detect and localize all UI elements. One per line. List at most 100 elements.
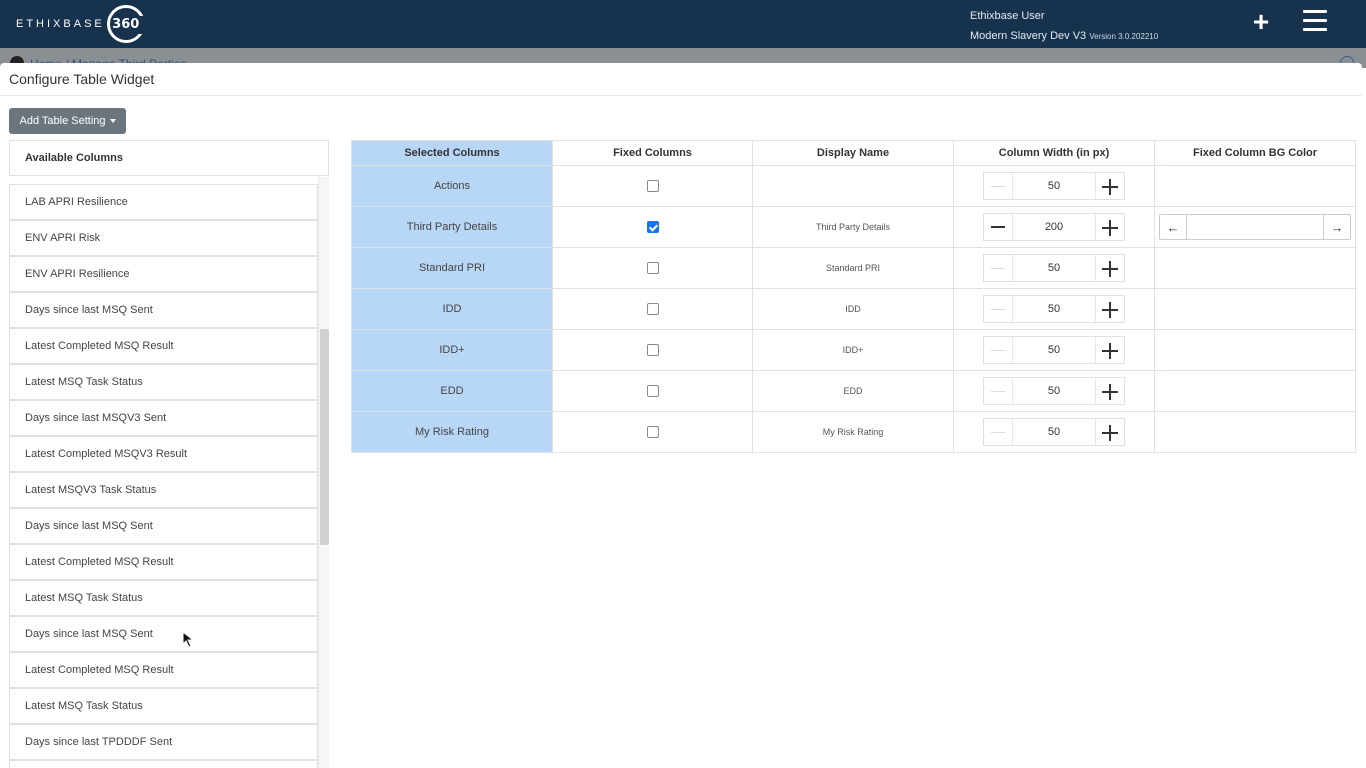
column-width-value[interactable]: 50 bbox=[1012, 419, 1096, 445]
available-columns-scrollbar[interactable] bbox=[318, 177, 329, 768]
available-column-item[interactable]: Days since last TPDDDF Sent bbox=[9, 724, 318, 760]
available-columns-list: LAB APRI Resilience ENV APRI Risk ENV APRI… bbox=[9, 184, 318, 768]
column-width-value[interactable]: 200 bbox=[1012, 214, 1096, 240]
column-width-cell: 50 bbox=[953, 165, 1155, 207]
minus-icon[interactable] bbox=[984, 378, 1012, 404]
fixed-column-checkbox[interactable] bbox=[646, 303, 659, 316]
available-column-item[interactable]: Days since last MSQ Sent bbox=[9, 508, 318, 544]
user-info[interactable]: Ethixbase User Modern Slavery Dev V3 Ver… bbox=[970, 6, 1158, 47]
configure-table-widget-modal: Configure Table Widget Add Table Setting… bbox=[0, 63, 1362, 768]
minus-icon[interactable] bbox=[984, 296, 1012, 322]
column-width-stepper[interactable]: 50 bbox=[983, 418, 1125, 446]
bg-color-cell bbox=[1154, 165, 1356, 207]
display-name-cell[interactable] bbox=[752, 165, 954, 207]
header-selected-columns: Selected Columns bbox=[351, 140, 553, 166]
fixed-column-cell bbox=[552, 329, 753, 371]
column-width-value[interactable]: 50 bbox=[1012, 378, 1096, 404]
display-name-cell[interactable]: EDD bbox=[752, 370, 954, 412]
display-name-cell[interactable]: IDD+ bbox=[752, 329, 954, 371]
available-column-item[interactable]: ENV APRI Resilience bbox=[9, 256, 318, 292]
minus-icon[interactable] bbox=[984, 255, 1012, 281]
display-name-cell[interactable]: My Risk Rating bbox=[752, 411, 954, 453]
plus-icon[interactable] bbox=[1096, 214, 1124, 240]
bg-color-cell bbox=[1154, 288, 1356, 330]
plus-icon[interactable] bbox=[1096, 419, 1124, 445]
hamburger-menu-icon[interactable] bbox=[1303, 10, 1327, 32]
column-width-stepper[interactable]: 50 bbox=[983, 295, 1125, 323]
display-name-cell[interactable]: Standard PRI bbox=[752, 247, 954, 289]
table-header-row: Selected Columns Fixed Columns Display N… bbox=[351, 140, 1356, 166]
ethixbase-logo[interactable]: ETHIXBASE 360 bbox=[16, 4, 145, 44]
available-column-item[interactable]: ENV APRI Risk bbox=[9, 220, 318, 256]
column-width-stepper[interactable]: 50 bbox=[983, 336, 1125, 364]
available-column-item[interactable]: Latest Completed MSQ Result bbox=[9, 544, 318, 580]
add-table-setting-button[interactable]: Add Table Setting bbox=[9, 108, 126, 134]
column-width-value[interactable]: 50 bbox=[1012, 173, 1096, 199]
display-name-cell[interactable]: Third Party Details bbox=[752, 206, 954, 248]
bg-color-cell bbox=[1154, 247, 1356, 289]
plus-icon[interactable] bbox=[1096, 173, 1124, 199]
available-column-item[interactable]: Latest Completed MSQV3 Result bbox=[9, 436, 318, 472]
project-line: Modern Slavery Dev V3 Version 3.0.202210 bbox=[970, 26, 1158, 47]
minus-icon[interactable] bbox=[984, 419, 1012, 445]
available-column-item[interactable]: Latest MSQ Task Status bbox=[9, 580, 318, 616]
column-width-value[interactable]: 50 bbox=[1012, 296, 1096, 322]
fixed-column-checkbox[interactable] bbox=[646, 262, 659, 275]
arrow-right-icon[interactable]: → bbox=[1323, 215, 1350, 239]
plus-icon[interactable] bbox=[1096, 378, 1124, 404]
plus-icon[interactable] bbox=[1096, 296, 1124, 322]
column-width-stepper[interactable]: 50 bbox=[983, 254, 1125, 282]
selected-column-name[interactable]: EDD bbox=[351, 370, 553, 412]
scrollbar-thumb[interactable] bbox=[320, 329, 329, 545]
table-row[interactable]: EDD EDD 50 bbox=[351, 370, 1356, 412]
header-column-width: Column Width (in px) bbox=[953, 140, 1155, 166]
available-column-item[interactable]: Latest MSQV3 Task Status bbox=[9, 472, 318, 508]
plus-icon[interactable] bbox=[1096, 255, 1124, 281]
available-column-item[interactable]: Latest Completed MSQ Result bbox=[9, 328, 318, 364]
table-row[interactable]: My Risk Rating My Risk Rating 50 bbox=[351, 411, 1356, 453]
available-column-item[interactable]: Latest Completed MSQ Result bbox=[9, 652, 318, 688]
column-width-cell: 50 bbox=[953, 411, 1155, 453]
column-width-stepper[interactable]: 50 bbox=[983, 172, 1125, 200]
available-column-item[interactable]: Latest Completed TPDDDF Result bbox=[9, 760, 318, 768]
selected-column-name[interactable]: My Risk Rating bbox=[351, 411, 553, 453]
available-column-item[interactable]: Days since last MSQ Sent bbox=[9, 616, 318, 652]
fixed-column-checkbox[interactable] bbox=[646, 180, 659, 193]
display-name-cell[interactable]: IDD bbox=[752, 288, 954, 330]
available-column-item[interactable]: Latest MSQ Task Status bbox=[9, 688, 318, 724]
header-fixed-column-bg-color: Fixed Column BG Color bbox=[1154, 140, 1356, 166]
available-column-item[interactable]: Latest MSQ Task Status bbox=[9, 364, 318, 400]
selected-column-name[interactable]: Third Party Details bbox=[351, 206, 553, 248]
fixed-column-checkbox[interactable] bbox=[646, 385, 659, 398]
table-row[interactable]: IDD+ IDD+ 50 bbox=[351, 329, 1356, 371]
table-row[interactable]: Standard PRI Standard PRI 50 bbox=[351, 247, 1356, 289]
column-width-stepper[interactable]: 200 bbox=[983, 213, 1125, 241]
column-width-cell: 200 bbox=[953, 206, 1155, 248]
table-row[interactable]: Actions 50 bbox=[351, 165, 1356, 207]
available-column-item[interactable]: Days since last MSQ Sent bbox=[9, 292, 318, 328]
column-width-stepper[interactable]: 50 bbox=[983, 377, 1125, 405]
minus-icon[interactable] bbox=[984, 214, 1012, 240]
available-column-item[interactable]: LAB APRI Resilience bbox=[9, 184, 318, 220]
header-display-name: Display Name bbox=[752, 140, 954, 166]
selected-column-name[interactable]: IDD+ bbox=[351, 329, 553, 371]
fixed-column-checkbox[interactable] bbox=[646, 426, 659, 439]
table-row[interactable]: IDD IDD 50 bbox=[351, 288, 1356, 330]
column-width-cell: 50 bbox=[953, 329, 1155, 371]
available-column-item[interactable]: Days since last MSQV3 Sent bbox=[9, 400, 318, 436]
column-width-value[interactable]: 50 bbox=[1012, 337, 1096, 363]
minus-icon[interactable] bbox=[984, 173, 1012, 199]
table-row[interactable]: Third Party Details Third Party Details 20… bbox=[351, 206, 1356, 248]
selected-column-name[interactable]: Standard PRI bbox=[351, 247, 553, 289]
plus-icon[interactable] bbox=[1096, 337, 1124, 363]
plus-icon[interactable]: + bbox=[1250, 4, 1272, 40]
fixed-column-checkbox[interactable] bbox=[646, 344, 659, 357]
selected-column-name[interactable]: Actions bbox=[351, 165, 553, 207]
arrow-left-icon[interactable]: ← bbox=[1160, 215, 1187, 239]
bg-color-picker[interactable]: ← → bbox=[1159, 214, 1351, 240]
minus-icon[interactable] bbox=[984, 337, 1012, 363]
bg-color-cell bbox=[1154, 329, 1356, 371]
fixed-column-checkbox[interactable] bbox=[646, 221, 659, 234]
column-width-value[interactable]: 50 bbox=[1012, 255, 1096, 281]
selected-column-name[interactable]: IDD bbox=[351, 288, 553, 330]
